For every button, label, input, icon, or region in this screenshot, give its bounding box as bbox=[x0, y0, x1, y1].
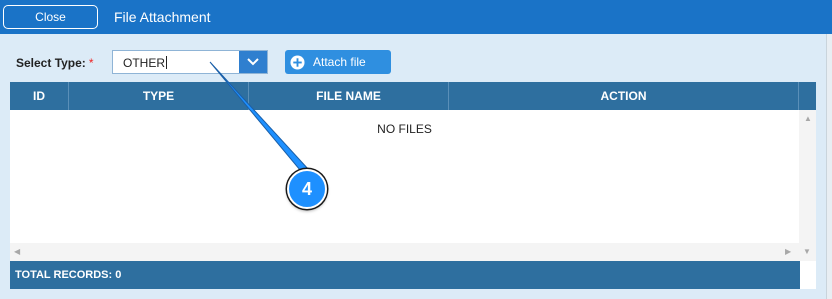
grid-body: NO FILES ▲ ◀ ▶ ▼ bbox=[10, 110, 816, 261]
select-type-label: Select Type: * bbox=[16, 56, 93, 70]
scroll-left-icon[interactable]: ◀ bbox=[14, 247, 20, 256]
attach-file-label: Attach file bbox=[313, 55, 366, 69]
column-header-file-name[interactable]: FILE NAME bbox=[249, 82, 449, 110]
scroll-down-icon[interactable]: ▼ bbox=[803, 247, 811, 256]
column-header-action[interactable]: ACTION bbox=[449, 82, 799, 110]
empty-message: NO FILES bbox=[377, 122, 432, 136]
column-header-id[interactable]: ID bbox=[10, 82, 69, 110]
step-badge: 4 bbox=[287, 169, 327, 209]
dialog-header: Close File Attachment bbox=[0, 0, 832, 34]
chevron-down-icon bbox=[247, 58, 259, 66]
footer-spacer bbox=[800, 261, 816, 289]
dialog-title: File Attachment bbox=[114, 9, 211, 25]
vertical-scrollbar[interactable]: ▲ bbox=[799, 110, 816, 243]
column-header-spacer bbox=[799, 82, 816, 110]
column-header-type[interactable]: TYPE bbox=[69, 82, 249, 110]
select-type-label-text: Select Type: bbox=[16, 56, 86, 70]
scroll-up-icon[interactable]: ▲ bbox=[804, 114, 812, 123]
dropdown-toggle[interactable] bbox=[239, 51, 267, 73]
attach-file-button[interactable]: Attach file bbox=[285, 50, 391, 74]
horizontal-scrollbar[interactable]: ◀ ▶ ▼ bbox=[10, 243, 816, 261]
type-dropdown-value: OTHER bbox=[123, 56, 165, 70]
grid-footer: TOTAL RECORDS: 0 bbox=[10, 261, 800, 289]
close-button[interactable]: Close bbox=[3, 5, 98, 29]
window-edge bbox=[826, 34, 832, 299]
grid-header: ID TYPE FILE NAME ACTION bbox=[10, 82, 816, 110]
plus-circle-icon bbox=[290, 54, 305, 70]
type-dropdown[interactable]: OTHER bbox=[112, 50, 268, 74]
required-mark: * bbox=[88, 56, 94, 70]
scroll-right-icon[interactable]: ▶ bbox=[785, 247, 791, 256]
